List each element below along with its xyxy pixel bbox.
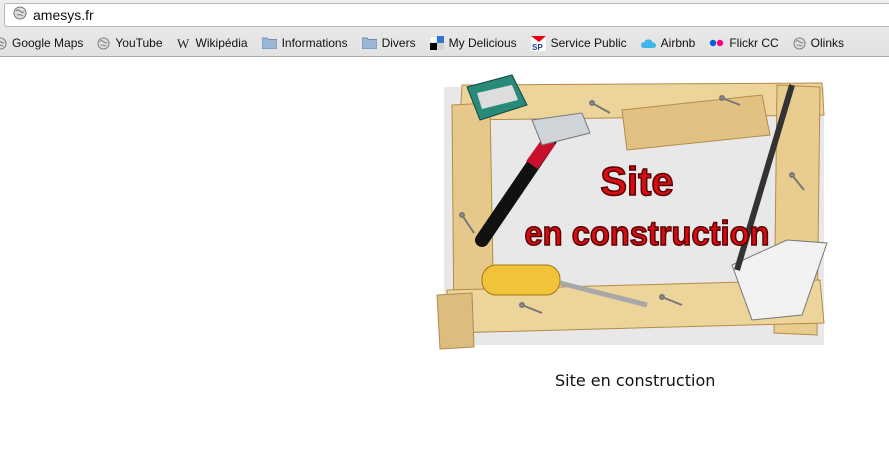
page-content: Site en construction Site en constructio… [0, 57, 889, 457]
bookmark-label: Wikipédia [195, 36, 248, 50]
bookmark-olinks[interactable]: Olinks [793, 36, 844, 50]
bookmark-my-delicious[interactable]: My Delicious [429, 36, 517, 50]
bookmark-service-public[interactable]: SP Service Public [530, 35, 627, 51]
globe-icon [793, 36, 806, 50]
globe-icon [97, 36, 110, 50]
banner-line-1: Site [600, 160, 673, 204]
wikipedia-w-icon: W [177, 37, 191, 49]
bookmark-folder-informations[interactable]: Informations [261, 36, 348, 50]
bookmarks-bar: Google Maps YouTube W Wikipédia Informat… [0, 32, 889, 54]
svg-text:W: W [177, 37, 190, 49]
delicious-icon [429, 36, 444, 50]
globe-icon [13, 6, 27, 25]
bookmark-folder-divers[interactable]: Divers [361, 36, 416, 50]
banner-line-2: en construction [525, 215, 770, 253]
bookmark-label: Flickr CC [729, 36, 779, 50]
url-text: amesys.fr [33, 7, 94, 23]
bookmark-flickr-cc[interactable]: Flickr CC [709, 36, 779, 50]
bookmark-label: Olinks [810, 36, 845, 50]
bookmark-label: Airbnb [660, 36, 696, 50]
construction-illustration: Site en construction [436, 74, 828, 350]
bookmark-wikipedia[interactable]: W Wikipédia [177, 36, 248, 50]
bookmark-airbnb[interactable]: Airbnb [640, 36, 696, 50]
bookmark-label: Informations [281, 36, 348, 50]
globe-icon [0, 36, 7, 50]
bookmark-label: My Delicious [448, 36, 517, 50]
page-caption: Site en construction [555, 371, 716, 390]
folder-icon [261, 37, 277, 49]
flickr-icon [709, 39, 724, 47]
cloud-icon [640, 38, 656, 49]
bookmark-youtube[interactable]: YouTube [97, 36, 163, 50]
folder-icon [361, 37, 377, 49]
bookmark-label: Google Maps [12, 36, 84, 50]
svg-text:SP: SP [532, 43, 543, 51]
bookmark-label: YouTube [115, 36, 163, 50]
bookmark-label: Service Public [550, 36, 627, 50]
bookmark-label: Divers [381, 36, 416, 50]
bookmark-google-maps[interactable]: Google Maps [0, 36, 83, 50]
service-public-icon: SP [530, 35, 546, 51]
browser-toolbar: amesys.fr Google Maps YouTube W Wikipédi… [0, 0, 889, 57]
address-bar[interactable]: amesys.fr [4, 3, 889, 27]
